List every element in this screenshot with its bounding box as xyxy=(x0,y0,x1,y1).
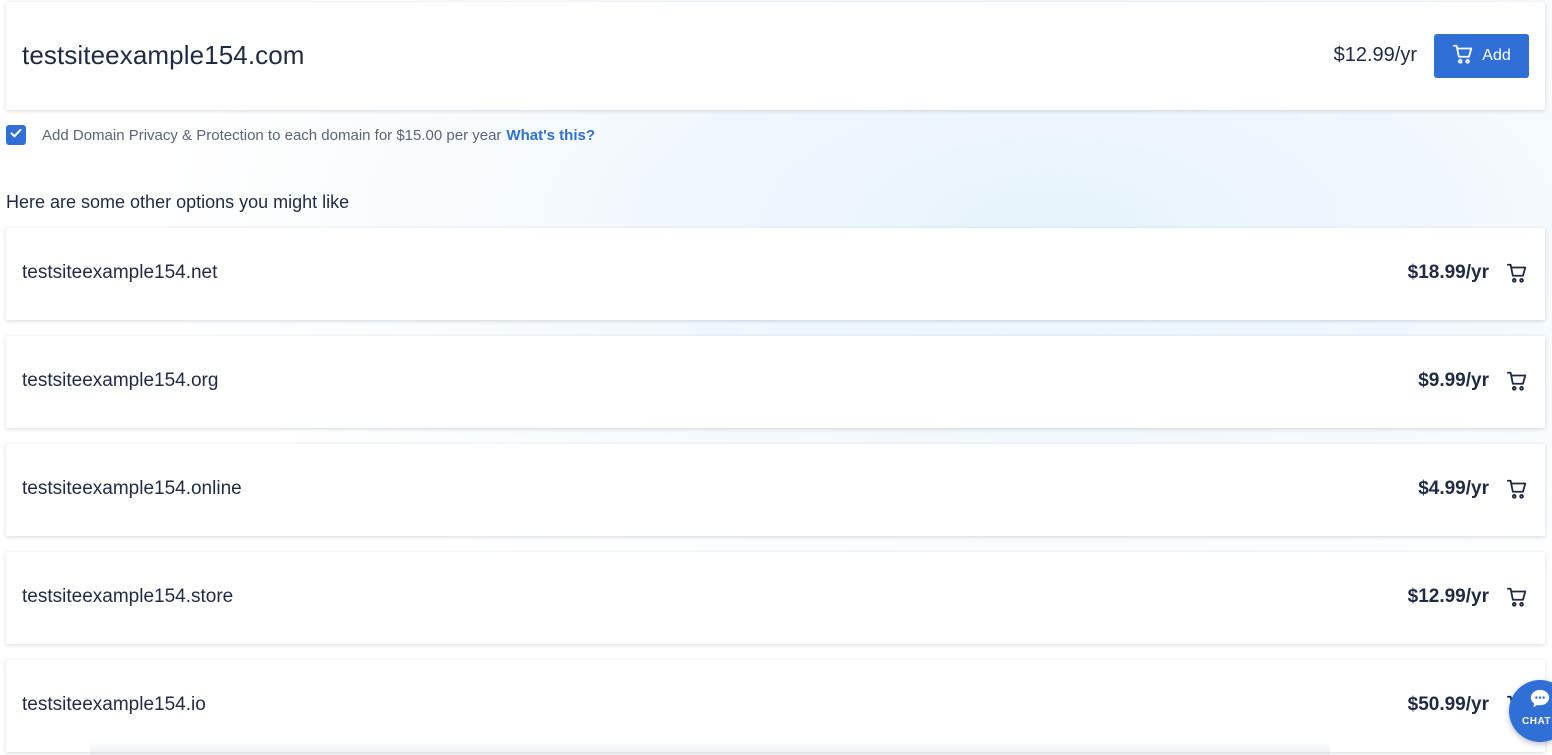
suggestion-domain: testsiteexample154.io xyxy=(22,694,206,715)
main-domain-card: testsiteexample154.com $12.99/yr Add xyxy=(6,2,1545,110)
suggestion-domain: testsiteexample154.store xyxy=(22,586,234,607)
suggestions-title: Here are some other options you might li… xyxy=(6,192,350,212)
suggestion-price: $12.99/yr xyxy=(1407,586,1489,607)
suggestion-row: testsiteexample154.online $4.99/yr xyxy=(6,444,1545,536)
privacy-description: Add Domain Privacy & Protection to each … xyxy=(42,126,502,144)
main-domain-price: $12.99/yr xyxy=(1333,44,1417,66)
checkmark-icon xyxy=(9,126,23,145)
cart-icon[interactable] xyxy=(1506,262,1528,284)
suggestion-price: $4.99/yr xyxy=(1418,478,1489,499)
cart-icon[interactable] xyxy=(1506,478,1528,500)
add-button-label: Add xyxy=(1482,47,1511,64)
suggestion-price: $9.99/yr xyxy=(1418,370,1489,391)
cart-icon xyxy=(1452,43,1474,70)
suggestion-domain: testsiteexample154.online xyxy=(22,478,242,499)
suggestion-row: testsiteexample154.net $18.99/yr xyxy=(6,228,1545,320)
chat-bubble-icon xyxy=(1529,688,1551,710)
suggestion-domain: testsiteexample154.net xyxy=(22,262,218,283)
add-to-cart-button[interactable]: Add xyxy=(1434,34,1529,78)
whats-this-link[interactable]: What's this? xyxy=(506,127,595,144)
domain-search-results: testsiteexample154.com $12.99/yr Add Add… xyxy=(0,0,1552,755)
privacy-checkbox[interactable] xyxy=(6,125,26,145)
suggestion-domain: testsiteexample154.org xyxy=(22,370,219,391)
privacy-option-row: Add Domain Privacy & Protection to each … xyxy=(6,124,595,146)
suggestion-price: $18.99/yr xyxy=(1407,262,1489,283)
suggestion-price: $50.99/yr xyxy=(1407,694,1489,715)
cart-icon[interactable] xyxy=(1506,370,1528,392)
suggestion-row: testsiteexample154.io $50.99/yr xyxy=(6,660,1545,752)
main-domain-name: testsiteexample154.com xyxy=(22,40,305,70)
suggestion-row: testsiteexample154.store $12.99/yr xyxy=(6,552,1545,644)
cart-icon[interactable] xyxy=(1506,586,1528,608)
chat-label: CHAT xyxy=(1522,716,1552,727)
suggestion-row: testsiteexample154.org $9.99/yr xyxy=(6,336,1545,428)
